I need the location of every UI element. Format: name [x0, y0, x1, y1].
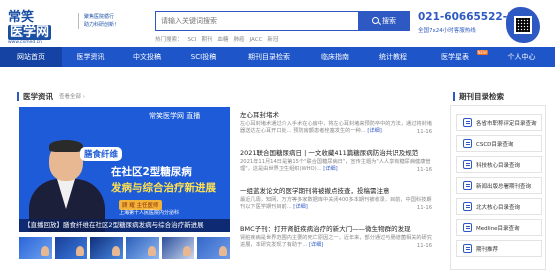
- document-icon: [463, 160, 472, 169]
- sidebar-item-sci-tech-core[interactable]: 科技核心目录查询: [456, 156, 542, 173]
- news-date: 11-16: [416, 129, 432, 135]
- sidebar-item-label: 科技核心目录查询: [476, 162, 521, 169]
- thumbnail[interactable]: [161, 237, 195, 259]
- search-input[interactable]: [161, 14, 361, 28]
- thumbnail[interactable]: [197, 237, 231, 259]
- page: 常笑医学网 www.cxmed.cn 聚焦医院循行 助力科研创新！ 搜索 热门搜…: [0, 0, 555, 273]
- news-summary: 最近几周，知网、万方等多家数据库中关闭400多本期刊被收录，目前，中国科技期刊以…: [240, 197, 432, 211]
- search-button[interactable]: 搜索: [358, 10, 410, 31]
- news-title[interactable]: 一组蓝发论文的医学期刊将被撤点技查，投稿需注意: [240, 185, 432, 195]
- banner-brand: 常笑医学网 直播: [149, 112, 201, 120]
- banner-headline-2: 发病与综合治疗新进展: [111, 182, 216, 194]
- sidebar-item-label: Medline目录查询: [476, 225, 520, 232]
- news-summary: 左心耳封堵术通过介入手术在心房中，将左心耳封堵来预防卒中的方法，通过将封堵器送达…: [240, 121, 432, 135]
- sidebar-item-label: 北大核心目录查询: [476, 204, 521, 211]
- sidebar-item-label: 各省市职称评定目录查询: [476, 120, 537, 127]
- featured-banner[interactable]: 常笑医学网 直播 膳食纤维 在社区2型糖尿病 发病与综合治疗新进展 顾 耀 主任…: [19, 107, 230, 232]
- slogan-line: 助力科研创新！: [84, 22, 120, 28]
- nav-item-statistics[interactable]: 统计教程: [364, 47, 422, 67]
- detail-link[interactable]: [详细]: [293, 204, 307, 210]
- sidebar-item-recommend[interactable]: 期刊推荐: [456, 240, 542, 257]
- news-title[interactable]: 2021联合国糖尿病日 | 一文收藏411篇糖尿病防治共识及规范: [240, 147, 432, 157]
- sidebar-item-provincial[interactable]: 各省市职称评定目录查询: [456, 114, 542, 131]
- phone-number: 021-60665522-3: [418, 11, 515, 23]
- news-title[interactable]: 左心耳封堵术: [240, 109, 432, 119]
- hot-search-term[interactable]: SCI: [188, 37, 197, 43]
- news-summary: 2021年11月14日是第15个"联合国糖尿病日"，宣传主题为"人人享有糖尿病健…: [240, 159, 431, 173]
- journal-search-header: 期刊目录检索: [453, 91, 504, 102]
- view-all-link[interactable]: 查看全部 ›: [59, 92, 85, 100]
- hot-search-term[interactable]: 期刊: [201, 37, 212, 43]
- document-icon: [463, 118, 472, 127]
- service-hours: 全国7x24小时客服热线: [418, 28, 476, 34]
- header: 常笑医学网 www.cxmed.cn 聚焦医院循行 助力科研创新！ 搜索 热门搜…: [0, 0, 555, 46]
- nav-item-news[interactable]: 医学资讯: [62, 47, 119, 67]
- banner-caption[interactable]: 【直播回放】膳食纤维在社区2型糖尿病发病与综合治疗新进展: [19, 219, 230, 232]
- detail-link[interactable]: [详细]: [367, 128, 381, 134]
- banner-headline: 在社区2型糖尿病: [111, 166, 192, 178]
- slogan-line: 聚焦医院循行: [84, 14, 115, 20]
- slogan: 聚焦医院循行 助力科研创新！: [78, 13, 144, 29]
- detail-link[interactable]: [详细]: [323, 166, 337, 172]
- nav-item-guidelines[interactable]: 临床指南: [306, 47, 364, 67]
- nav-item-profile[interactable]: 个人中心: [488, 47, 555, 67]
- sidebar-item-label: CSCD目录查询: [476, 141, 514, 148]
- section-title: 医学资讯: [23, 91, 53, 101]
- news-item: 一组蓝发论文的医学期刊将被撤点技查，投稿需注意 最近几周，知网、万方等多家数据库…: [240, 185, 432, 211]
- nav-item-chinese-submission[interactable]: 中文投稿: [119, 47, 175, 67]
- news-item: BMC子刊：打开肾脏疾病治疗的新大门——微生物群的发现 肾脏疾病是世界范围内主要…: [240, 223, 432, 249]
- nav-item-journal-search[interactable]: 期刊目录检索: [232, 47, 306, 67]
- document-icon: [463, 202, 472, 211]
- thumbnail[interactable]: [19, 237, 52, 259]
- thumbnail[interactable]: [90, 237, 124, 259]
- sidebar-title: 期刊目录检索: [459, 92, 504, 101]
- main-nav: 网站首页 医学资讯 中文投稿 SCI投稿 期刊目录检索 临床指南 统计教程 医学…: [0, 47, 555, 67]
- nav-item-home[interactable]: 网站首页: [0, 47, 62, 67]
- sidebar-item-label: 期刊推荐: [476, 246, 499, 253]
- speaker-hospital: 上海第十人民医院内分泌科: [119, 210, 180, 216]
- hot-searches: 热门搜索： SCI 期刊 血糖 肺癌 JACC 新冠: [155, 35, 410, 43]
- search-icon: [372, 17, 379, 24]
- news-date: 11-16: [416, 167, 432, 173]
- hot-search-term[interactable]: 血糖: [218, 37, 229, 43]
- news-date: 11-16: [416, 243, 432, 249]
- hot-search-term[interactable]: JACC: [250, 37, 263, 43]
- search-area: 搜索 热门搜索： SCI 期刊血糖肺癌 JACC 新冠: [155, 10, 410, 43]
- journal-search-panel: 各省市职称评定目录查询 CSCD目录查询 科技核心目录查询 新闻出版总署期刊查询…: [450, 105, 546, 270]
- document-icon: [463, 181, 472, 190]
- document-icon: [463, 244, 472, 253]
- sidebar-item-label: 新闻出版总署期刊查询: [476, 183, 532, 190]
- banner-tag: 膳食纤维: [80, 147, 123, 161]
- news-item: 2021联合国糖尿病日 | 一文收藏411篇糖尿病防治共识及规范 2021年11…: [240, 147, 432, 173]
- logo-url: www.cxmed.cn: [8, 40, 42, 45]
- logo-text: 常笑医学网: [8, 10, 52, 40]
- sidebar-item-medline[interactable]: Medline目录查询: [456, 219, 542, 236]
- news-date: 11-16: [416, 205, 432, 211]
- news-title[interactable]: BMC子刊：打开肾脏疾病治疗的新大门——微生物群的发现: [240, 223, 432, 233]
- thumbnail[interactable]: [126, 237, 159, 259]
- nav-item-sci-submission[interactable]: SCI投稿: [175, 47, 232, 67]
- news-section-header: 医学资讯 查看全部 ›: [17, 91, 85, 101]
- sidebar-item-cscd[interactable]: CSCD目录查询: [456, 135, 542, 152]
- document-icon: [463, 139, 472, 148]
- hot-search-term[interactable]: 新冠: [267, 37, 278, 43]
- hot-search-term[interactable]: 肺癌: [234, 37, 245, 43]
- thumbnail[interactable]: [54, 237, 88, 259]
- detail-link[interactable]: [详细]: [309, 242, 323, 248]
- qr-code-icon: [506, 7, 544, 43]
- contact-info: 021-60665522-3 全国7x24小时客服热线: [418, 11, 515, 34]
- search-button-label: 搜索: [382, 16, 396, 25]
- news-item: 左心耳封堵术 左心耳封堵术通过介入手术在心房中，将左心耳封堵来预防卒中的方法，通…: [240, 109, 432, 135]
- hot-search-label: 热门搜索：: [155, 37, 183, 43]
- sidebar-item-pku-core[interactable]: 北大核心目录查询: [456, 198, 542, 215]
- banner-thumbnails: [19, 237, 231, 259]
- news-summary: 肾脏疾病是世界范围内主要的死亡原因之一，近年来，部分通过与肠道菌相关的研究进展，…: [240, 235, 432, 249]
- site-logo[interactable]: 常笑医学网 www.cxmed.cn: [8, 10, 74, 46]
- nav-item-star-list[interactable]: 医学星表 NEW: [422, 47, 488, 67]
- document-icon: [463, 223, 472, 232]
- search-box: 搜索: [155, 10, 410, 31]
- new-badge: NEW: [476, 50, 488, 55]
- nav-item-label: 医学星表: [441, 53, 469, 61]
- sidebar-item-press-admin[interactable]: 新闻出版总署期刊查询: [456, 177, 542, 194]
